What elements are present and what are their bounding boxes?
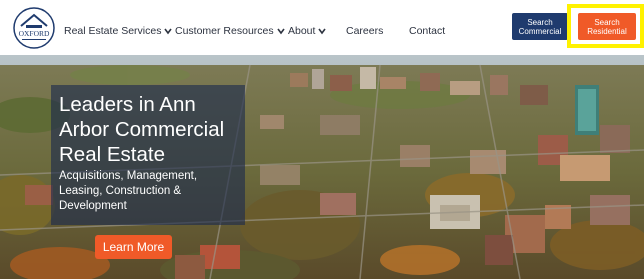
hero-title: Leaders in Ann Arbor Commercial Real Est… xyxy=(59,93,225,166)
nav-label: Real Estate Services xyxy=(64,25,162,37)
button-line: Search xyxy=(527,18,553,27)
search-commercial-button[interactable]: Search Commercial xyxy=(512,13,568,40)
search-residential-button[interactable]: Search Residential xyxy=(578,13,636,40)
hero-section: Leaders in Ann Arbor Commercial Real Est… xyxy=(0,55,644,279)
button-line: Residential xyxy=(587,27,627,36)
nav-contact[interactable]: Contact xyxy=(409,24,445,38)
site-header: OXFORD Real Estate Services Customer Res… xyxy=(0,0,644,55)
nav-label: Customer Resources xyxy=(175,25,274,37)
nav-real-estate-services[interactable]: Real Estate Services xyxy=(64,24,173,38)
learn-more-button[interactable]: Learn More xyxy=(95,235,172,259)
nav-customer-resources[interactable]: Customer Resources xyxy=(175,24,285,38)
button-line: Search xyxy=(594,18,620,27)
chevron-down-icon xyxy=(164,28,173,35)
house-roof-logo-icon: OXFORD xyxy=(13,7,55,49)
nav-label: Careers xyxy=(346,25,384,37)
oxford-logo[interactable]: OXFORD xyxy=(12,6,56,50)
hero-subtitle: Acquisitions, Management, Leasing, Const… xyxy=(59,170,198,212)
nav-label: Contact xyxy=(409,25,446,37)
nav-label: About xyxy=(288,25,316,37)
nav-about[interactable]: About xyxy=(288,24,327,38)
button-line: Commercial xyxy=(518,27,562,36)
chevron-down-icon xyxy=(318,28,327,35)
nav-careers[interactable]: Careers xyxy=(346,24,383,38)
logo-text: OXFORD xyxy=(19,29,50,38)
chevron-down-icon xyxy=(276,28,285,35)
